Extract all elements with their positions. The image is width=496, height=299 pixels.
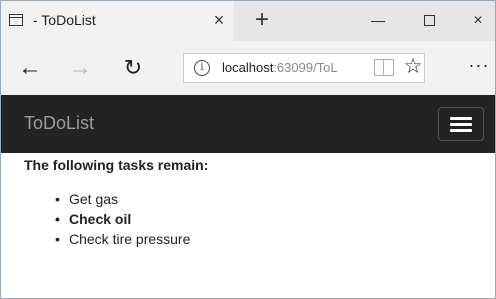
hamburger-menu-icon[interactable] (438, 107, 484, 141)
tab-page-icon (9, 14, 23, 26)
star-icon[interactable]: ☆ (402, 55, 424, 79)
app-brand[interactable]: ToDoList (24, 113, 94, 134)
task-list: • Get gas • Check oil • Check tire press… (53, 189, 190, 249)
info-icon[interactable]: i (194, 60, 210, 76)
url-text[interactable]: localhost:63099/ToL (222, 59, 370, 77)
maximize-icon (424, 15, 435, 26)
tab-title: - ToDoList (33, 12, 96, 28)
back-arrow-icon[interactable]: ← (15, 53, 45, 83)
browser-toolbar: ← → ↻ i localhost:63099/ToL ☆ ··· (1, 41, 495, 95)
task-label: Check tire pressure (69, 231, 191, 247)
tab-strip: - ToDoList × + × (1, 1, 495, 41)
maximize-button[interactable] (415, 9, 445, 33)
hamburger-bar (450, 129, 472, 132)
bullet: • (55, 211, 60, 227)
forward-arrow-icon[interactable]: → (65, 53, 95, 83)
tasks-heading: The following tasks remain: (24, 157, 209, 173)
task-label: Check oil (69, 211, 132, 227)
tab-close-icon[interactable]: × (209, 9, 229, 31)
new-tab-plus-icon[interactable]: + (251, 6, 273, 34)
minimize-icon (371, 21, 385, 22)
bullet: • (55, 231, 60, 247)
url-host: localhost (222, 60, 274, 75)
hamburger-bar (450, 123, 472, 126)
active-tab[interactable]: - ToDoList × (1, 1, 234, 41)
app-navbar: ToDoList (1, 95, 495, 153)
task-item: • Check tire pressure (53, 229, 190, 249)
refresh-icon[interactable]: ↻ (118, 53, 148, 83)
window-close-icon[interactable]: × (463, 9, 493, 33)
task-label: Get gas (69, 191, 119, 207)
task-item: • Get gas (53, 189, 190, 209)
task-item-important: • Check oil (53, 209, 190, 229)
address-bar[interactable]: i localhost:63099/ToL ☆ (183, 53, 425, 83)
minimize-button[interactable] (363, 9, 393, 33)
reading-view-icon[interactable] (374, 59, 394, 76)
url-path: :63099/ToL (273, 60, 338, 75)
more-icon[interactable]: ··· (465, 55, 493, 79)
browser-window: - ToDoList × + × ← → ↻ i localhost:63099… (0, 0, 496, 299)
bullet: • (55, 191, 60, 207)
hamburger-bar (450, 117, 472, 120)
page-content: ToDoList The following tasks remain: • G… (1, 95, 495, 298)
